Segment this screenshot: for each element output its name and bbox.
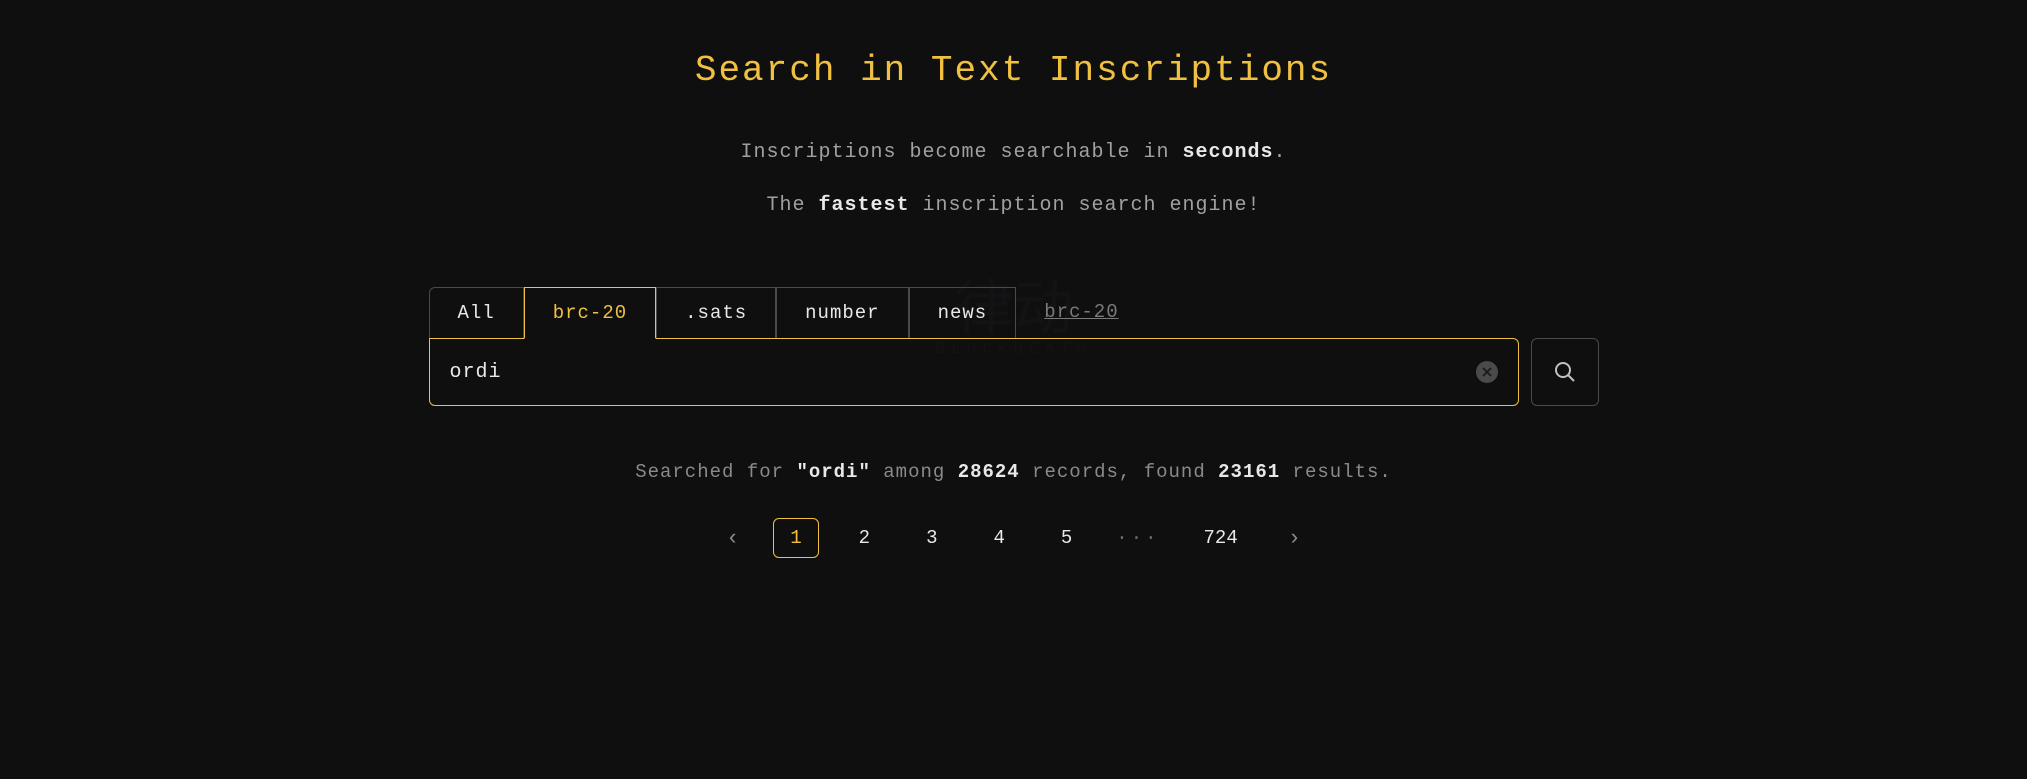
clear-icon[interactable]: [1476, 361, 1498, 383]
search-icon: [1553, 360, 1577, 384]
page-1[interactable]: 1: [773, 518, 818, 558]
tabs-row: All brc-20 .sats number news brc-20: [429, 287, 1599, 338]
page-3[interactable]: 3: [910, 519, 953, 557]
page-4[interactable]: 4: [977, 519, 1020, 557]
tab-number[interactable]: number: [776, 287, 908, 338]
tab-sats[interactable]: .sats: [656, 287, 776, 338]
search-input[interactable]: [450, 361, 1476, 384]
page-2[interactable]: 2: [843, 519, 886, 557]
subtitle-line-1: Inscriptions become searchable in second…: [740, 141, 1286, 164]
pagination: ‹ 1 2 3 4 5 ··· 724 ›: [716, 518, 1311, 558]
page-next[interactable]: ›: [1278, 520, 1311, 557]
page-last[interactable]: 724: [1188, 519, 1254, 557]
breadcrumb-brc-20[interactable]: brc-20: [1016, 287, 1146, 338]
search-container: All brc-20 .sats number news brc-20: [429, 287, 1599, 406]
results-summary: Searched for "ordi" among 28624 records,…: [635, 461, 1392, 483]
tab-all[interactable]: All: [429, 287, 524, 338]
page-title: Search in Text Inscriptions: [695, 50, 1332, 91]
page-5[interactable]: 5: [1045, 519, 1088, 557]
search-row: [429, 338, 1599, 406]
page-prev[interactable]: ‹: [716, 520, 749, 557]
page-ellipsis: ···: [1112, 519, 1163, 557]
search-button[interactable]: [1531, 338, 1599, 406]
search-input-wrap: [429, 338, 1519, 406]
subtitle-line-2: The fastest inscription search engine!: [766, 194, 1260, 217]
tab-news[interactable]: news: [909, 287, 1017, 338]
tab-brc-20[interactable]: brc-20: [524, 287, 656, 339]
